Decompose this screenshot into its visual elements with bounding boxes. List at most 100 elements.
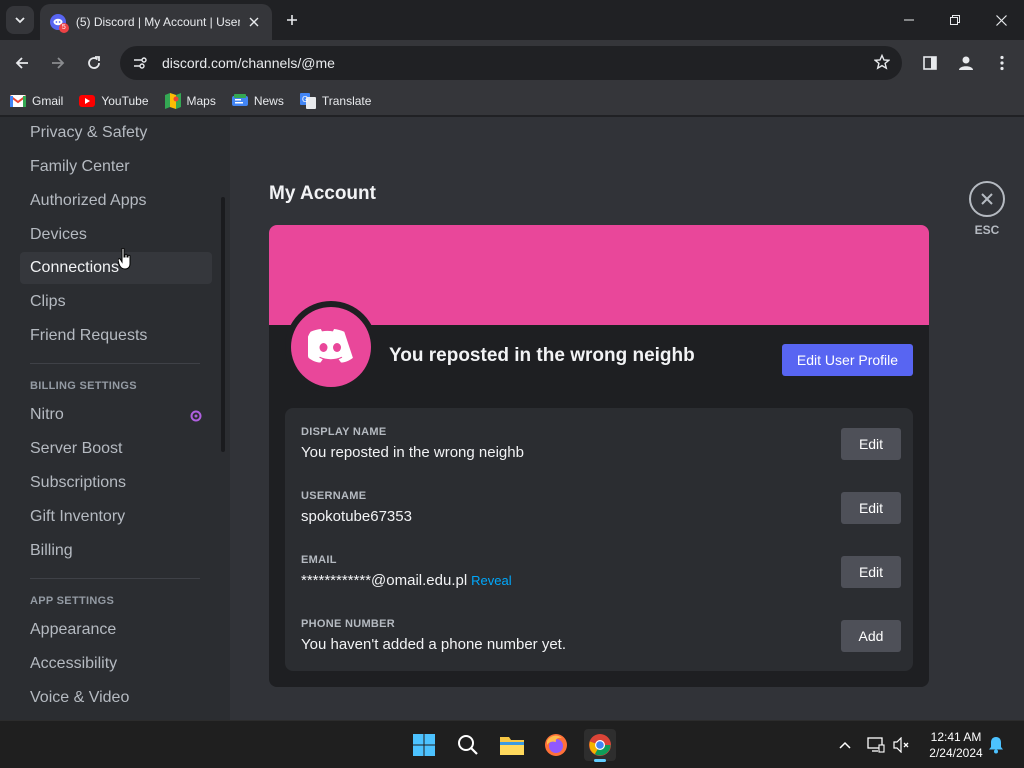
bookmark-label: YouTube — [101, 93, 149, 108]
svg-text:G: G — [302, 95, 308, 104]
browser-tab-strip: 5 (5) Discord | My Account | User Settin… — [0, 0, 1024, 40]
sidebar-item-connections[interactable]: Connections — [20, 252, 212, 284]
esc-label: ESC — [974, 223, 1000, 237]
bookmark-youtube[interactable]: YouTube — [79, 93, 149, 109]
sidebar-item-server-boost[interactable]: Server Boost — [20, 433, 212, 465]
address-bar[interactable]: discord.com/channels/@me — [120, 46, 902, 80]
sidebar-scrollbar[interactable] — [221, 197, 225, 452]
edit-user-profile-button[interactable]: Edit User Profile — [782, 344, 913, 376]
sidebar-item-devices[interactable]: Devices — [20, 219, 212, 251]
translate-icon: G — [299, 92, 316, 109]
firefox-icon[interactable] — [540, 729, 572, 761]
field-value-row: ************@omail.edu.pl Reveal — [301, 572, 901, 589]
clock-time: 12:41 AM — [930, 730, 982, 744]
sidebar-item-privacy-safety[interactable]: Privacy & Safety — [20, 117, 212, 149]
youtube-icon — [79, 93, 96, 109]
bookmark-star-icon[interactable] — [873, 53, 891, 75]
bookmark-label: Translate — [321, 93, 372, 108]
tab-title: (5) Discord | My Account | User Settings — [75, 15, 241, 29]
side-panel-button[interactable] — [916, 49, 944, 77]
edit-display-name-button[interactable]: Edit — [841, 428, 901, 460]
clock-date: 2/24/2024 — [929, 746, 983, 760]
close-window-button[interactable] — [978, 0, 1024, 40]
field-label: USERNAME — [301, 490, 367, 502]
field-label: PHONE NUMBER — [301, 618, 396, 630]
profile-button[interactable] — [952, 49, 980, 77]
windows-taskbar: 12:41 AM 2/24/2024 — [0, 720, 1024, 768]
close-icon[interactable] — [969, 181, 1005, 217]
sidebar-divider — [30, 578, 200, 579]
sidebar-item-billing[interactable]: Billing — [20, 535, 212, 567]
add-phone-button[interactable]: Add — [841, 620, 901, 652]
site-info-icon[interactable] — [132, 55, 148, 71]
tab-search-button[interactable] — [6, 6, 34, 34]
volume-muted-icon[interactable] — [892, 735, 912, 755]
tab-close-icon[interactable] — [246, 14, 262, 30]
more-vertical-icon — [1000, 55, 1004, 71]
windows-start-icon[interactable] — [408, 729, 440, 761]
bookmark-maps[interactable]: Maps — [164, 92, 216, 109]
account-profile-card: You reposted in the wrong neighb Edit Us… — [269, 225, 929, 687]
bookmark-label: Gmail — [32, 93, 64, 108]
sidebar-item-friend-requests[interactable]: Friend Requests — [20, 320, 212, 352]
profile-display-name: You reposted in the wrong neighb — [389, 345, 695, 366]
sidebar-item-appearance[interactable]: Appearance — [20, 614, 212, 646]
bookmark-gmail[interactable]: Gmail — [10, 93, 63, 109]
network-icon[interactable] — [866, 735, 886, 755]
sidebar-item-gift-inventory[interactable]: Gift Inventory — [20, 501, 212, 533]
reload-button[interactable] — [80, 49, 108, 77]
notification-badge: 5 — [58, 23, 69, 33]
arrow-right-icon — [52, 57, 65, 69]
close-icon — [995, 14, 1007, 26]
arrow-left-icon — [15, 57, 28, 69]
url-host: discord.com — [162, 55, 238, 71]
close-settings-button[interactable]: ESC — [969, 181, 1005, 237]
field-label: EMAIL — [301, 554, 337, 566]
show-hidden-icons-chevron-up-icon[interactable] — [835, 735, 855, 755]
reveal-email-link[interactable]: Reveal — [471, 573, 511, 588]
new-tab-button[interactable] — [280, 8, 304, 32]
sidebar-item-voice-video[interactable]: Voice & Video — [20, 682, 212, 714]
sidebar-item-clips[interactable]: Clips — [20, 286, 212, 318]
avatar[interactable] — [285, 301, 377, 393]
sidebar-item-accessibility[interactable]: Accessibility — [20, 648, 212, 680]
sidebar-item-nitro[interactable]: Nitro — [20, 399, 212, 431]
active-app-indicator — [594, 759, 606, 762]
file-explorer-icon[interactable] — [496, 729, 528, 761]
bookmarks-bar: Gmail YouTube Maps News G Translate — [0, 86, 1024, 116]
restore-button[interactable] — [932, 0, 978, 40]
sidebar-item-family-center[interactable]: Family Center — [20, 151, 212, 183]
discord-settings: Privacy & Safety Family Center Authorize… — [0, 117, 1024, 720]
edit-username-button[interactable]: Edit — [841, 492, 901, 524]
field-label: DISPLAY NAME — [301, 426, 387, 438]
browser-tab-discord[interactable]: 5 (5) Discord | My Account | User Settin… — [40, 4, 272, 40]
sidebar-item-subscriptions[interactable]: Subscriptions — [20, 467, 212, 499]
profile-icon — [959, 56, 973, 70]
search-icon[interactable] — [452, 729, 484, 761]
gmail-icon — [10, 93, 26, 109]
back-button[interactable] — [8, 49, 36, 77]
field-value: You haven't added a phone number yet. — [301, 636, 567, 653]
phone-number-field: PHONE NUMBER You haven't added a phone n… — [301, 618, 901, 666]
field-value: spokotube67353 — [301, 508, 412, 525]
discord-logo-icon — [291, 307, 371, 387]
chrome-menu-button[interactable] — [988, 49, 1016, 77]
edit-email-button[interactable]: Edit — [841, 556, 901, 588]
email-value: ************@omail.edu.pl — [301, 572, 468, 589]
minimize-button[interactable] — [886, 0, 932, 40]
sidebar-item-label: Nitro — [30, 406, 64, 423]
app-settings-header: APP SETTINGS — [30, 595, 115, 607]
notification-bell-icon[interactable] — [986, 735, 1006, 755]
browser-toolbar: discord.com/channels/@me — [0, 40, 1024, 86]
chevron-down-icon — [15, 17, 25, 24]
chrome-icon[interactable] — [584, 729, 616, 762]
bookmark-translate[interactable]: G Translate — [299, 92, 372, 109]
system-clock[interactable]: 12:41 AM 2/24/2024 — [918, 729, 994, 761]
forward-button[interactable] — [44, 49, 72, 77]
url-path: /channels/@me — [237, 55, 335, 71]
bookmark-news[interactable]: News — [231, 93, 284, 109]
url-text: discord.com/channels/@me — [162, 55, 335, 71]
sidebar-item-authorized-apps[interactable]: Authorized Apps — [20, 185, 212, 217]
reload-icon — [88, 56, 100, 69]
restore-icon — [950, 15, 960, 25]
